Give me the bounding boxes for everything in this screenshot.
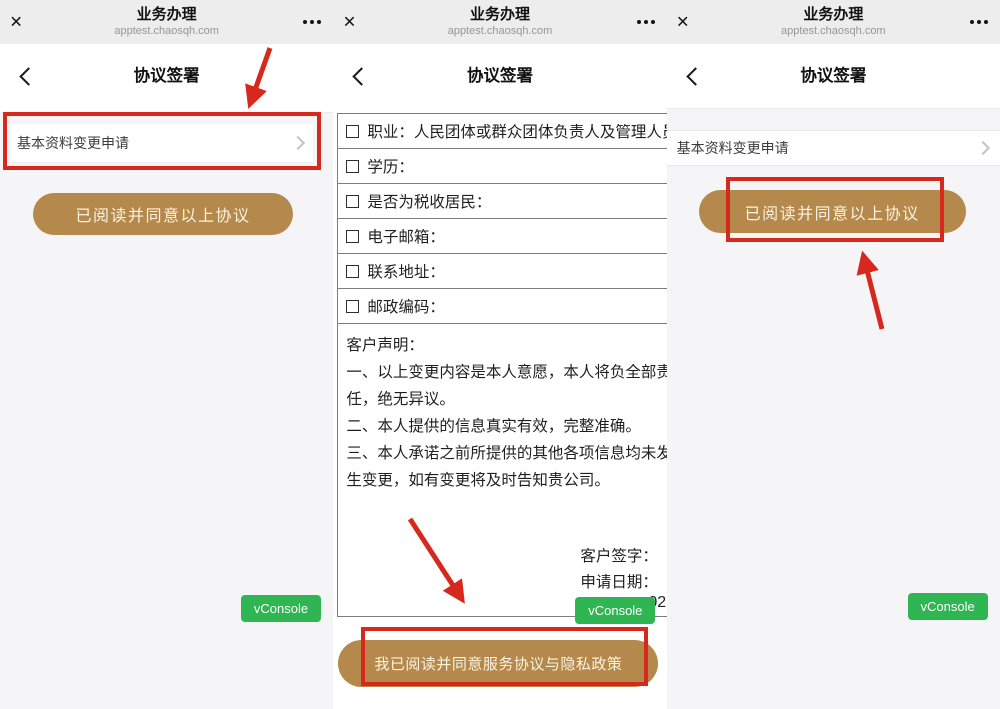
menu-dot	[984, 20, 988, 24]
signature-label: 客户签字：	[580, 544, 666, 570]
page-title: 协议签署	[0, 44, 333, 108]
browser-titlebar: × 业务办理 apptest.chaosqh.com	[333, 0, 666, 44]
chevron-right-icon	[291, 136, 305, 150]
table-row: 联系地址：	[338, 254, 666, 289]
declaration-item: 二、本人提供的信息真实有效，完整准确。	[346, 413, 666, 440]
vconsole-button[interactable]: vConsole	[241, 595, 321, 622]
row-label: 联系地址：	[367, 260, 445, 282]
annotation-box	[726, 177, 944, 242]
close-icon[interactable]: ×	[10, 12, 22, 33]
chevron-right-icon	[976, 141, 990, 155]
agreement-item-row[interactable]: 基本资料变更申请	[667, 130, 1000, 166]
agreement-item-label: 基本资料变更申请	[17, 133, 293, 153]
menu-dot	[317, 20, 321, 24]
row-label: 电子邮箱：	[367, 225, 445, 247]
titlebar-center: 业务办理 apptest.chaosqh.com	[713, 5, 954, 38]
menu-dot	[303, 20, 307, 24]
declaration-item: 三、本人承诺之前所提供的其他各项信息均未发生变更，如有变更将及时告知贵公司。	[346, 440, 666, 494]
row-label: 职业：人民团体或群众团体负责人及管理人员	[367, 120, 666, 142]
declaration-cell: 客户声明： 一、以上变更内容是本人意愿，本人将负全部责任，绝无异议。 二、本人提…	[338, 324, 666, 617]
profile-change-table: 职业：人民团体或群众团体负责人及管理人员 学历： 是否为税收居民： 电子邮箱： …	[337, 113, 666, 617]
menu-dot	[970, 20, 974, 24]
menu-dot	[977, 20, 981, 24]
row-label: 是否为税收居民：	[367, 190, 491, 212]
screenshot-panel-2: × 业务办理 apptest.chaosqh.com 协议签署 职业：人民团体或…	[333, 0, 666, 709]
more-menu-icon[interactable]	[970, 20, 988, 24]
empty-checkbox[interactable]	[346, 195, 359, 208]
menu-dot	[310, 20, 314, 24]
declaration-item: 一、以上变更内容是本人意愿，本人将负全部责任，绝无异议。	[346, 359, 666, 413]
table-row: 学历：	[338, 149, 666, 184]
window-url: apptest.chaosqh.com	[713, 24, 954, 38]
browser-titlebar: × 业务办理 apptest.chaosqh.com	[667, 0, 1000, 44]
browser-titlebar: × 业务办理 apptest.chaosqh.com	[0, 0, 333, 44]
menu-dot	[637, 20, 641, 24]
table-row: 邮政编码：	[338, 289, 666, 324]
vconsole-button[interactable]: vConsole	[575, 597, 655, 624]
triple-screenshot-canvas: × 业务办理 apptest.chaosqh.com 协议签署 基本资料变更申请…	[0, 0, 1000, 709]
row-label: 邮政编码：	[367, 295, 445, 317]
empty-checkbox[interactable]	[346, 300, 359, 313]
page-header: 协议签署	[667, 44, 1000, 108]
screenshot-panel-1: × 业务办理 apptest.chaosqh.com 协议签署 基本资料变更申请…	[0, 0, 333, 709]
window-title: 业务办理	[379, 5, 620, 24]
table-row: 是否为税收居民：	[338, 184, 666, 219]
menu-dot	[651, 20, 655, 24]
window-url: apptest.chaosqh.com	[46, 24, 287, 38]
table-row: 电子邮箱：	[338, 219, 666, 254]
row-label: 学历：	[367, 155, 414, 177]
annotation-box	[361, 627, 648, 686]
more-menu-icon[interactable]	[637, 20, 655, 24]
vconsole-button[interactable]: vConsole	[908, 593, 988, 620]
titlebar-center: 业务办理 apptest.chaosqh.com	[379, 5, 620, 38]
window-title: 业务办理	[46, 5, 287, 24]
screenshot-panel-3: × 业务办理 apptest.chaosqh.com 协议签署 基本资料变更申请…	[667, 0, 1000, 709]
close-icon[interactable]: ×	[677, 12, 689, 33]
empty-checkbox[interactable]	[346, 125, 359, 138]
agreement-item-row[interactable]: 基本资料变更申请	[11, 124, 313, 163]
empty-checkbox[interactable]	[346, 230, 359, 243]
window-url: apptest.chaosqh.com	[379, 24, 620, 38]
page-header: 协议签署	[0, 44, 333, 108]
titlebar-center: 业务办理 apptest.chaosqh.com	[46, 5, 287, 38]
more-menu-icon[interactable]	[303, 20, 321, 24]
menu-dot	[644, 20, 648, 24]
table-row: 职业：人民团体或群众团体负责人及管理人员	[338, 114, 666, 149]
empty-checkbox[interactable]	[346, 265, 359, 278]
annotation-box: 基本资料变更申请	[3, 112, 321, 170]
date-label: 申请日期：	[580, 570, 666, 596]
page-title: 协议签署	[333, 44, 666, 108]
page-title: 协议签署	[667, 44, 1000, 108]
close-icon[interactable]: ×	[343, 12, 355, 33]
agreement-item-label: 基本资料变更申请	[677, 138, 978, 158]
page-header: 协议签署	[333, 44, 666, 108]
window-title: 业务办理	[713, 5, 954, 24]
signature-block: 客户签字： 申请日期：	[580, 544, 666, 596]
declaration-title: 客户声明：	[346, 332, 666, 359]
empty-checkbox[interactable]	[346, 160, 359, 173]
agree-button[interactable]: 已阅读并同意以上协议	[33, 193, 293, 235]
